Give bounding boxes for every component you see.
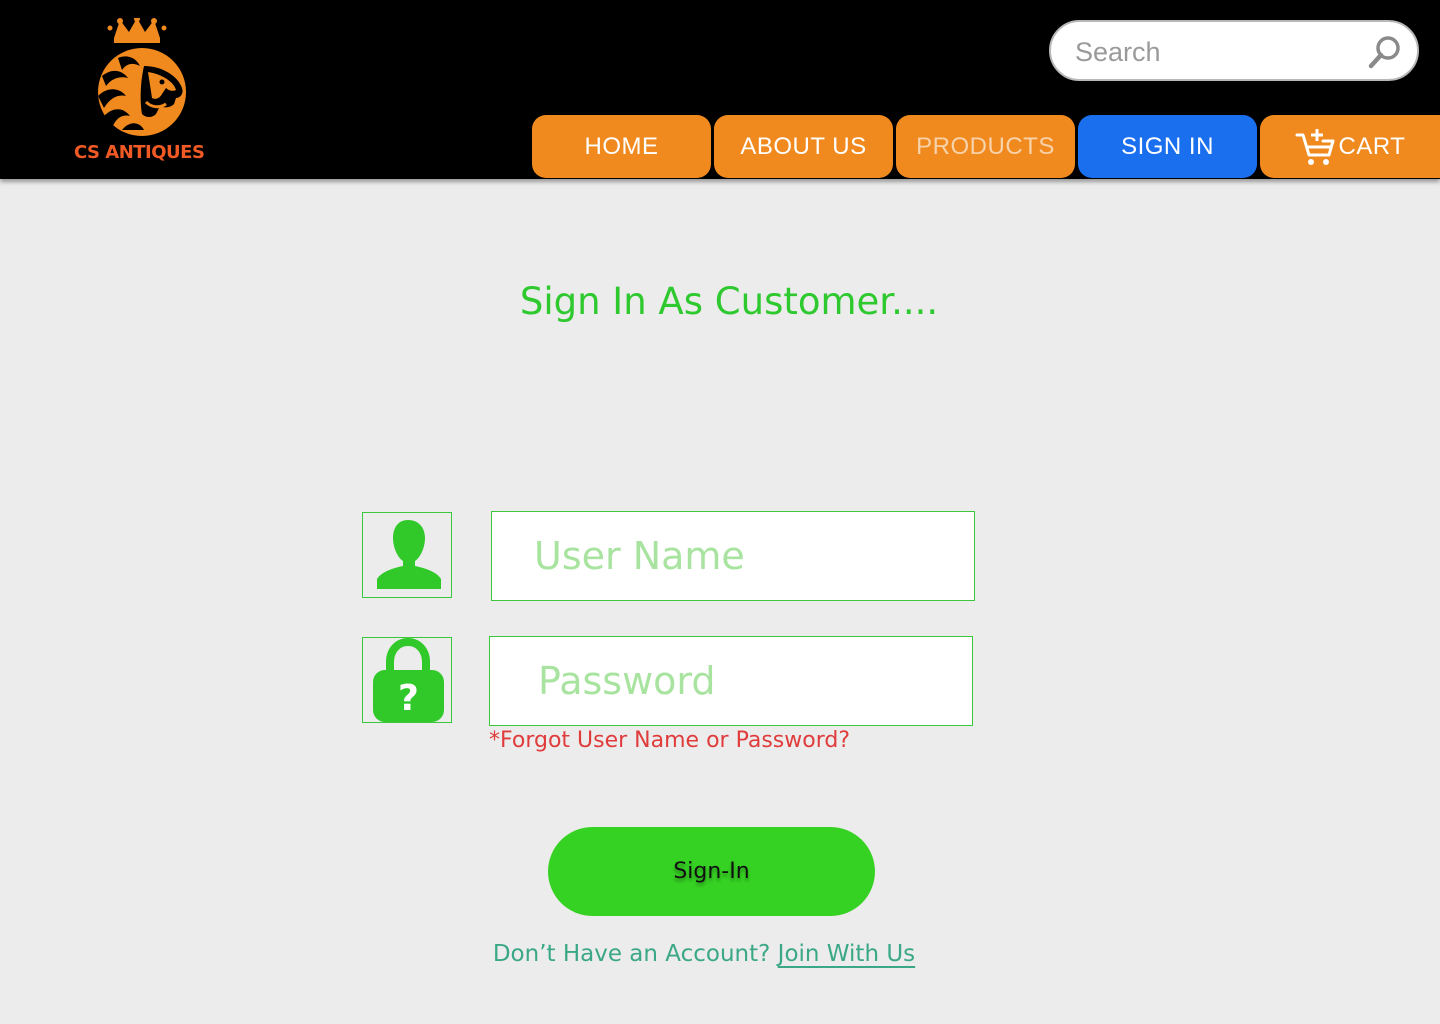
lock-question-icon: ?	[373, 638, 444, 722]
nav-about-button[interactable]: ABOUT US	[714, 115, 893, 178]
join-link[interactable]: Join With Us	[778, 941, 915, 967]
nav-products-label: PRODUCTS	[916, 132, 1055, 160]
nav-signin-button[interactable]: SIGN IN	[1078, 115, 1257, 178]
search-icon[interactable]	[1367, 34, 1403, 70]
add-to-cart-icon	[1295, 128, 1335, 165]
signup-prompt: Don’t Have an Account? Join With Us	[0, 941, 1408, 967]
password-icon-box: ?	[362, 637, 452, 723]
brand-logo[interactable]: CS ANTIQUES	[66, 18, 216, 168]
username-input[interactable]	[532, 530, 956, 582]
nav-products-button[interactable]: PRODUCTS	[896, 115, 1075, 178]
forgot-credentials-link[interactable]: *Forgot User Name or Password?	[489, 728, 850, 753]
crowned-lion-icon	[98, 18, 186, 136]
nav-cart-button[interactable]: CART	[1260, 115, 1440, 178]
search-bar	[1049, 20, 1419, 81]
site-header: CS ANTIQUES HOME ABOUT US PRODUCTS SIGN …	[0, 0, 1440, 179]
sign-in-button[interactable]: Sign-In	[548, 827, 875, 916]
page-title: Sign In As Customer....	[519, 280, 939, 323]
password-input[interactable]	[536, 655, 960, 707]
nav-cart-label: CART	[1338, 132, 1406, 160]
username-field[interactable]	[491, 511, 975, 601]
nav-about-label: ABOUT US	[740, 132, 867, 160]
nav-signin-label: SIGN IN	[1121, 132, 1214, 160]
nav-home-button[interactable]: HOME	[532, 115, 711, 178]
user-icon	[377, 520, 441, 589]
sign-in-button-label: Sign-In	[673, 859, 750, 884]
nav-home-label: HOME	[584, 132, 659, 160]
password-field[interactable]	[489, 636, 973, 726]
brand-name: CS ANTIQUES	[74, 142, 205, 163]
search-input[interactable]	[1073, 32, 1357, 72]
svg-text:?: ?	[398, 678, 419, 719]
no-account-text: Don’t Have an Account?	[492, 941, 771, 967]
username-icon-box	[362, 512, 452, 598]
